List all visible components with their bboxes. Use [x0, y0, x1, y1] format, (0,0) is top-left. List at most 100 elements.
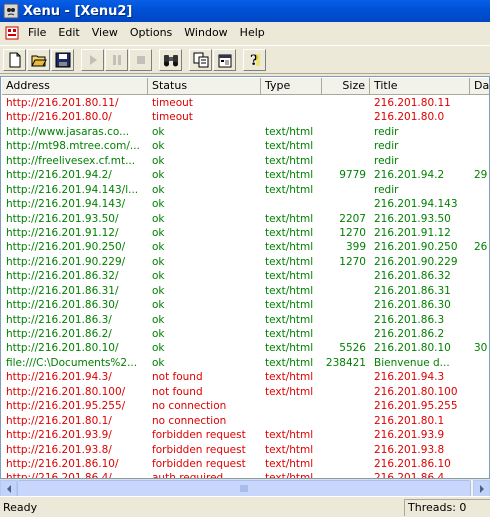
scroll-right-button[interactable] — [473, 480, 490, 497]
column-header-type[interactable]: Type — [261, 78, 322, 95]
table-row[interactable]: http://216.201.94.143/l... ok text/html red… — [2, 183, 489, 197]
table-row[interactable]: http://freelivesex.cf.mt... ok text/html re… — [2, 154, 489, 168]
menu-options[interactable]: Options — [124, 22, 178, 44]
column-header-status[interactable]: Status — [148, 78, 261, 95]
table-row[interactable]: http://216.201.86.10/forbidden request te… — [2, 457, 489, 471]
column-header-address[interactable]: Address — [2, 78, 148, 95]
size-cell — [322, 414, 370, 428]
date-cell — [470, 255, 489, 269]
grip-icon — [240, 485, 248, 492]
column-header-title[interactable]: Title — [370, 78, 470, 95]
size-cell — [322, 154, 370, 168]
table-row[interactable]: http://216.201.80.1/no connection 216.201… — [2, 414, 489, 428]
date-cell — [470, 226, 489, 240]
table-row[interactable]: http://216.201.86.4/auth required text/ht… — [2, 471, 489, 479]
table-row[interactable]: http://www.jasaras.co... ok text/html redir — [2, 125, 489, 139]
address-cell: http://216.201.86.3/ — [6, 313, 112, 326]
address-cell: http://216.201.86.30/ — [6, 299, 119, 312]
address-cell: http://216.201.86.32/ — [6, 270, 119, 283]
table-row[interactable]: http://216.201.80.0/timeout 216.201.80.0 — [2, 110, 489, 124]
table-row[interactable]: http://216.201.86.2/ok text/html 216.201.8… — [2, 327, 489, 341]
menu-view[interactable]: View — [86, 22, 124, 44]
table-row[interactable]: http://216.201.94.3/not found text/html 21… — [2, 370, 489, 384]
table-row[interactable]: http://216.201.80.11/timeout 216.201.80.1… — [2, 96, 489, 110]
status-cell: ok — [152, 140, 165, 153]
status-cell: ok — [152, 241, 165, 254]
horizontal-scrollbar[interactable] — [0, 479, 490, 497]
results-list[interactable]: Address Status Type Size Title Dat http:… — [0, 76, 490, 479]
document-icon[interactable] — [4, 25, 20, 41]
table-row[interactable]: http://216.201.93.8/forbidden request tex… — [2, 443, 489, 457]
status-cell: ok — [152, 313, 165, 326]
help-question-icon: ? — [250, 53, 260, 68]
column-header-date[interactable]: Dat — [470, 78, 489, 95]
save-button[interactable] — [51, 48, 74, 71]
table-row[interactable]: http://216.201.80.100/not found text/html… — [2, 385, 489, 399]
table-row[interactable]: http://216.201.95.255/no connection 216.2… — [2, 399, 489, 413]
status-cell: ok — [152, 255, 165, 268]
open-folder-icon — [30, 55, 47, 66]
type-cell: text/html — [265, 472, 314, 479]
menu-window[interactable]: Window — [178, 22, 233, 44]
xenu-app-icon[interactable] — [3, 3, 19, 19]
status-cell: ok — [152, 169, 165, 182]
new-document-button[interactable] — [3, 48, 26, 71]
table-row[interactable]: http://216.201.94.2/ok text/html 9779 216.2… — [2, 168, 489, 182]
status-cell: ok — [152, 328, 165, 340]
menu-help[interactable]: Help — [234, 22, 271, 44]
scroll-left-button[interactable] — [0, 480, 17, 497]
date-cell — [470, 197, 489, 211]
status-cell: ok — [152, 299, 165, 312]
table-row[interactable]: http://216.201.93.9/forbidden request tex… — [2, 428, 489, 442]
table-row[interactable]: http://216.201.90.229/ok text/html 1270 216… — [2, 255, 489, 269]
title-cell: Bienvenue d... — [374, 356, 450, 369]
type-cell — [261, 414, 322, 428]
table-row[interactable]: http://216.201.86.32/ok text/html 216.201.… — [2, 269, 489, 283]
table-row[interactable]: http://216.201.90.250/ok text/html 399 216.… — [2, 240, 489, 254]
status-cell: auth required — [152, 472, 224, 479]
open-button[interactable] — [27, 48, 50, 71]
status-cell: ok — [152, 125, 165, 138]
help-button[interactable]: ? — [243, 48, 266, 71]
copy-button[interactable] — [189, 48, 212, 71]
column-header-size[interactable]: Size — [322, 78, 370, 95]
title-bar[interactable]: Xenu - [Xenu2] — [0, 0, 490, 22]
table-row[interactable]: file:///C:\Documents%2... ok text/html 2384… — [2, 356, 489, 370]
table-row[interactable]: http://216.201.94.143/ok 216.201.94.143 — [2, 197, 489, 211]
table-row[interactable]: http://216.201.80.10/ok text/html 5526 216.… — [2, 341, 489, 355]
table-row[interactable]: http://216.201.86.3/ok text/html 216.201.8… — [2, 313, 489, 327]
table-row[interactable]: http://mt98.mtree.com/... ok text/html redi… — [2, 139, 489, 153]
threads-count: Threads: 0 — [404, 498, 490, 516]
type-cell: text/html — [265, 443, 314, 456]
table-row[interactable]: http://216.201.91.12/ok text/html 1270 216.… — [2, 226, 489, 240]
title-cell: 216.201.95.255 — [374, 400, 458, 413]
menu-file[interactable]: File — [22, 22, 52, 44]
type-cell: text/html — [265, 255, 314, 268]
status-cell: ok — [152, 356, 165, 369]
find-button[interactable] — [159, 48, 182, 71]
type-cell: text/html — [265, 299, 314, 312]
pause-button[interactable] — [105, 48, 128, 71]
date-cell — [470, 139, 489, 153]
table-row[interactable]: http://216.201.93.50/ok text/html 2207 216.… — [2, 212, 489, 226]
properties-button[interactable] — [213, 48, 236, 71]
address-cell: http://216.201.86.4/ — [6, 472, 112, 479]
menu-edit[interactable]: Edit — [52, 22, 85, 44]
size-cell — [322, 399, 370, 413]
table-row[interactable]: http://216.201.86.31/ok text/html 216.201.… — [2, 284, 489, 298]
status-cell: ok — [152, 342, 165, 355]
date-cell — [470, 125, 489, 139]
size-cell — [322, 125, 370, 139]
play-button[interactable] — [81, 48, 104, 71]
date-cell — [470, 457, 489, 471]
list-header: Address Status Type Size Title Dat — [2, 78, 489, 95]
address-cell: http://216.201.93.9/ — [6, 429, 112, 442]
title-cell: 216.201.86.2 — [374, 328, 445, 340]
scroll-thumb[interactable] — [17, 480, 471, 497]
title-cell: 216.201.91.12 — [374, 226, 451, 239]
type-cell: text/html — [265, 429, 314, 442]
stop-button[interactable] — [129, 48, 152, 71]
date-cell — [470, 313, 489, 327]
table-row[interactable]: http://216.201.86.30/ok text/html 216.201.… — [2, 298, 489, 312]
size-cell — [322, 284, 370, 298]
